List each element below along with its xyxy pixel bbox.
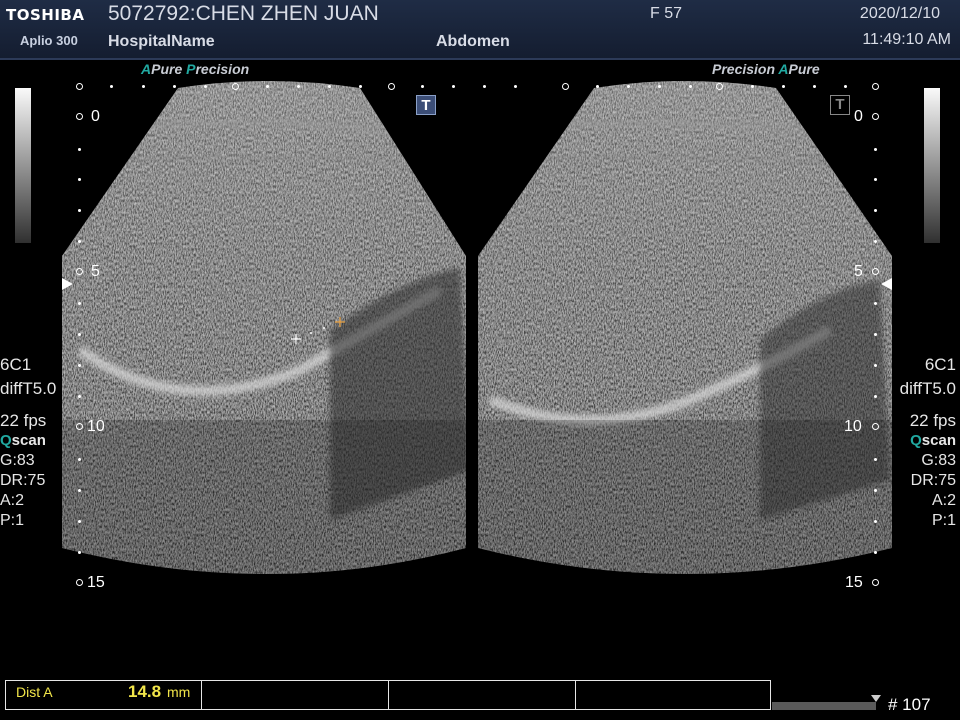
- measurement-unit: mm: [167, 684, 191, 700]
- model-label: Aplio 300: [20, 33, 78, 48]
- left-pure-precision-label: APure Precision: [141, 61, 250, 77]
- exam-preset: Abdomen: [436, 33, 510, 50]
- right-grayscale-bar: [924, 88, 940, 243]
- left-qscan: Qscan: [0, 432, 46, 449]
- left-scan-parameters: 6C1 diffT5.0 22 fps Qscan G:83 DR:75 A:2…: [0, 355, 56, 531]
- right-precision-pure-label: Precision APure: [712, 61, 820, 77]
- left-focus-marker-icon[interactable]: [62, 278, 74, 290]
- right-fps: 22 fps: [909, 411, 956, 430]
- right-transmit-marker: T: [830, 95, 850, 115]
- ultrasound-image-area: [62, 81, 892, 574]
- cine-progress-bar[interactable]: [772, 702, 876, 710]
- measurement-value: 14.8: [128, 682, 162, 701]
- right-depth-15: 15: [845, 574, 863, 591]
- measurement-table: Dist A 14.8 mm: [5, 680, 771, 710]
- patient-id-name: 5072792:CHEN ZHEN JUAN: [108, 2, 379, 25]
- exam-date: 2020/12/10: [859, 5, 940, 22]
- right-p-param: P:1: [931, 512, 956, 529]
- right-scan-parameters: 6C1 diffT5.0 22 fps Qscan G:83 DR:75 A:2…: [900, 355, 956, 531]
- right-probe: 6C1: [924, 355, 956, 374]
- left-mode: diffT5.0: [0, 379, 57, 398]
- exam-time: 11:49:10 AM: [862, 31, 951, 48]
- measurement-label: Dist A: [16, 684, 53, 700]
- right-depth-5: 5: [854, 263, 863, 280]
- cine-position-marker-icon[interactable]: [871, 695, 881, 703]
- measurement-cell-divider: [388, 681, 389, 709]
- right-a-param: A:2: [931, 492, 956, 509]
- right-dynamic-range: DR:75: [910, 472, 956, 489]
- frame-counter: # 107: [888, 695, 931, 714]
- right-qscan: Qscan: [910, 432, 956, 449]
- left-transmit-marker: T: [416, 95, 436, 115]
- left-p-param: P:1: [0, 512, 25, 529]
- right-depth-10: 10: [844, 418, 862, 435]
- measurement-cell-divider: [575, 681, 576, 709]
- measurement-cell-divider: [201, 681, 202, 709]
- left-dynamic-range: DR:75: [0, 472, 46, 489]
- right-gain: G:83: [921, 452, 956, 469]
- right-ultrasound-fan: [478, 81, 892, 574]
- left-depth-5: 5: [91, 263, 100, 280]
- left-depth-10: 10: [87, 418, 105, 435]
- left-depth-15: 15: [87, 574, 105, 591]
- header-bar: TOSHIBA Aplio 300 5072792:CHEN ZHEN JUAN…: [0, 0, 960, 60]
- right-focus-marker-icon[interactable]: [881, 278, 893, 290]
- hospital-name: HospitalName: [108, 33, 215, 50]
- right-depth-0: 0: [854, 108, 863, 125]
- left-probe: 6C1: [0, 355, 32, 374]
- left-gain: G:83: [0, 452, 35, 469]
- left-fps: 22 fps: [0, 411, 47, 430]
- left-depth-0: 0: [91, 108, 100, 125]
- left-grayscale-bar: [15, 88, 31, 243]
- left-a-param: A:2: [0, 492, 25, 509]
- patient-sex-age: F 57: [650, 5, 683, 22]
- left-ultrasound-fan: [62, 81, 466, 574]
- brand-logo: TOSHIBA: [6, 6, 85, 24]
- right-mode: diffT5.0: [899, 379, 956, 398]
